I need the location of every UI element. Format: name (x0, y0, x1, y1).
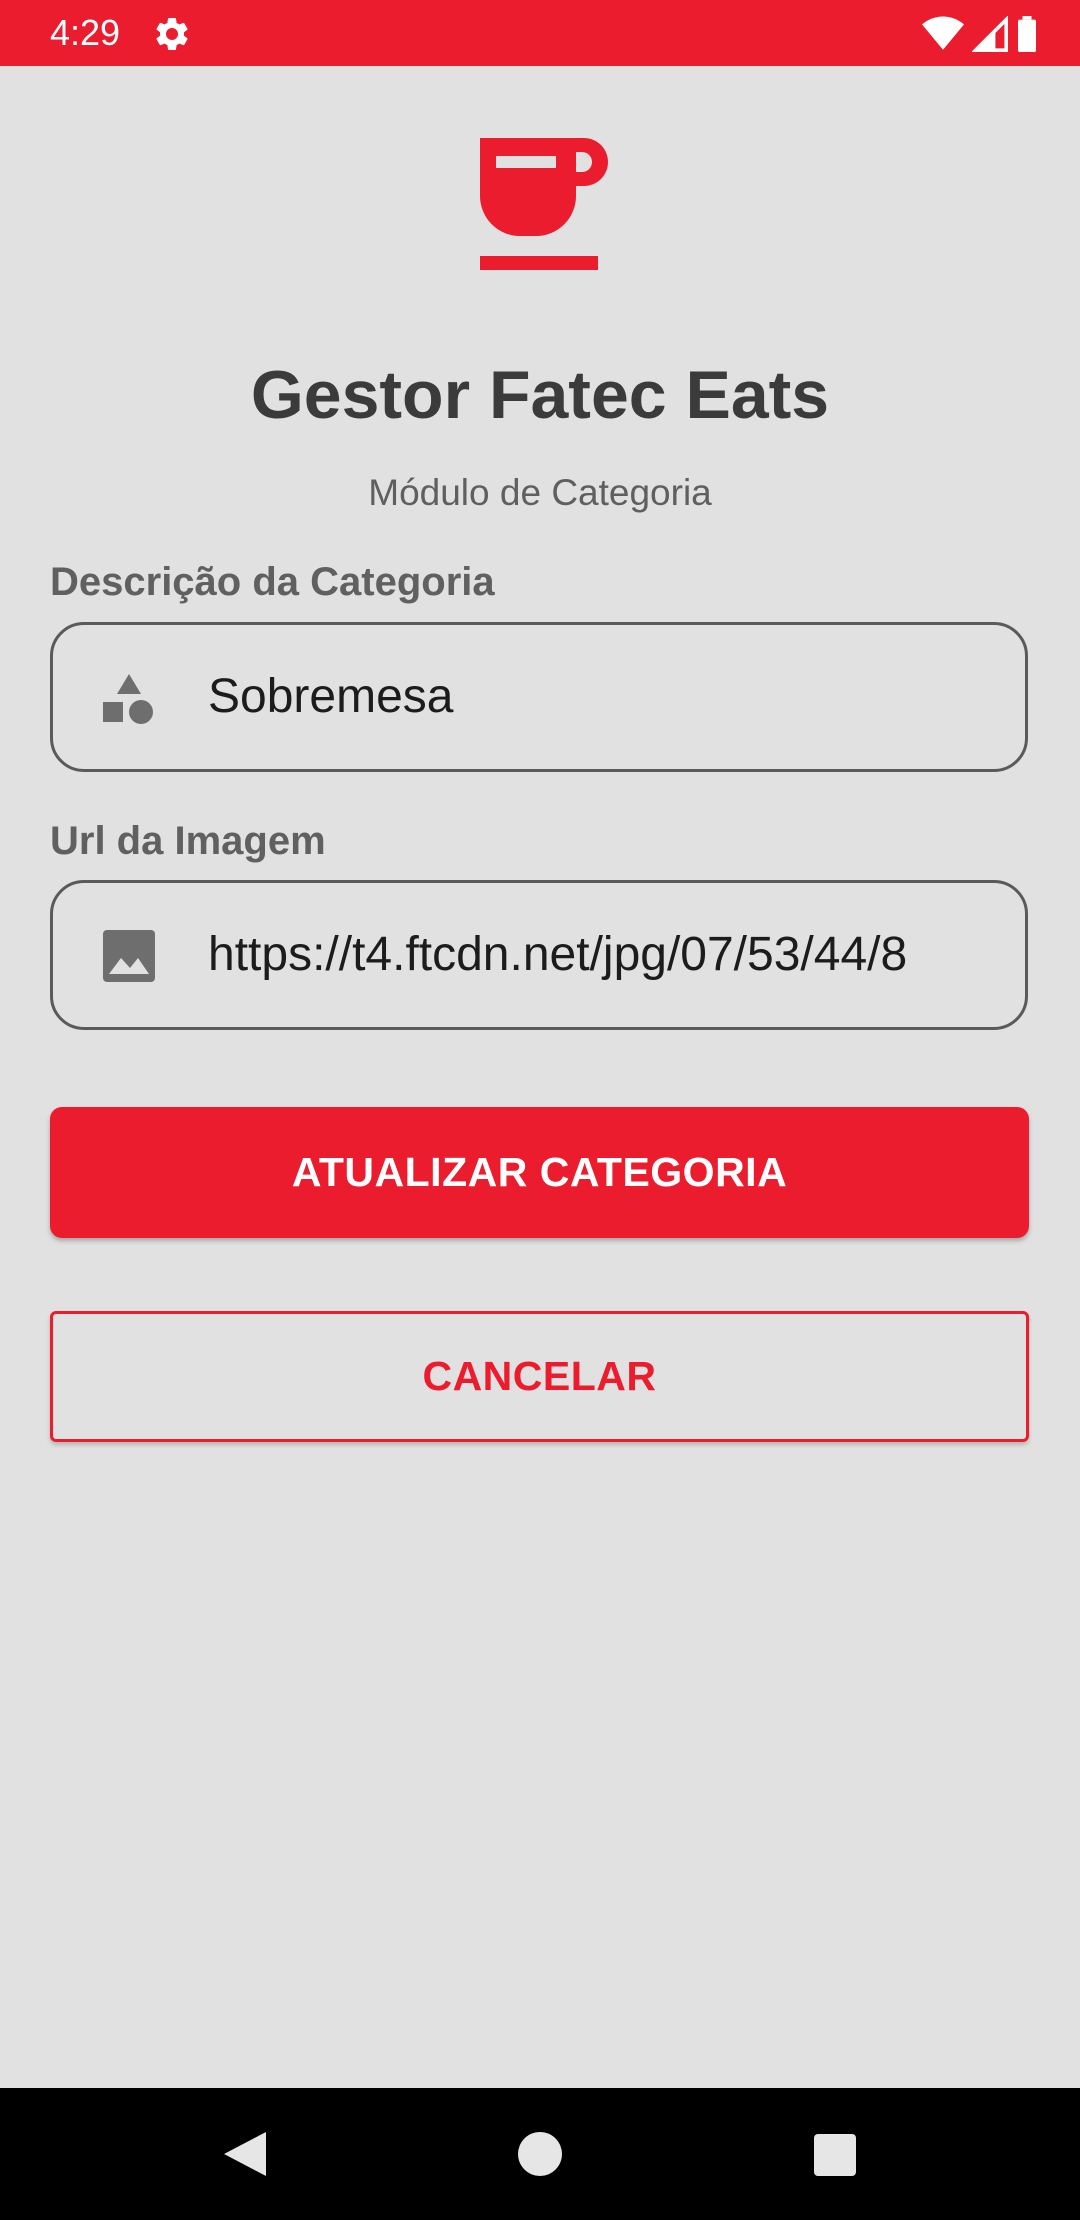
status-icons (922, 14, 1038, 54)
app-title: Gestor Fatec Eats (250, 357, 830, 433)
coffee-cup-icon (480, 138, 608, 270)
cancel-button[interactable]: CANCELAR (50, 1311, 1029, 1442)
category-shapes-icon (103, 674, 153, 724)
description-value: Sobremesa (208, 670, 454, 723)
image-url-input[interactable]: https://t4.ftcdn.net/jpg/07/53/44/8 (50, 880, 1028, 1030)
wifi-icon (922, 16, 964, 50)
status-time: 4:29 (50, 12, 121, 53)
navigation-bar (0, 2088, 1080, 2220)
image-url-label: Url da Imagem (50, 819, 326, 863)
recents-icon[interactable] (814, 2134, 856, 2176)
status-bar: 4:29 (0, 0, 1080, 66)
home-icon[interactable] (518, 2132, 562, 2176)
image-icon (103, 930, 155, 982)
update-category-button[interactable]: ATUALIZAR CATEGORIA (50, 1107, 1029, 1238)
description-input[interactable]: Sobremesa (50, 622, 1028, 772)
image-url-value: https://t4.ftcdn.net/jpg/07/53/44/8 (208, 928, 908, 981)
page-subtitle: Módulo de Categoria (368, 472, 712, 513)
battery-icon (1018, 16, 1036, 52)
description-label: Descrição da Categoria (50, 560, 495, 604)
back-icon[interactable] (222, 2130, 268, 2178)
settings-gear-icon (156, 17, 188, 50)
signal-icon (972, 16, 1008, 52)
